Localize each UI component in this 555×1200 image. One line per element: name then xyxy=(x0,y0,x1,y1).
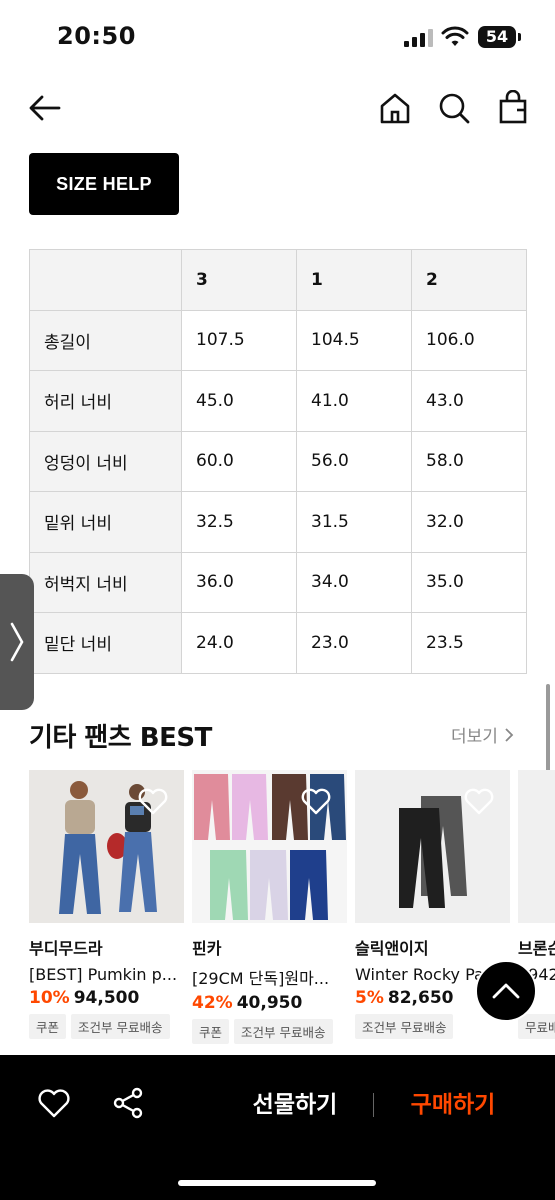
wishlist-heart-icon[interactable] xyxy=(462,784,496,818)
measurement-value: 24.0 xyxy=(181,612,297,674)
size-table-row: 허벅지 너비 36.0 34.0 35.0 xyxy=(29,551,527,613)
product-price: 40,950 xyxy=(236,993,303,1013)
measurement-value: 56.0 xyxy=(296,430,412,492)
product-name: [BEST] Pumkin p... xyxy=(29,965,178,984)
measurement-label: 허벅지 너비 xyxy=(29,551,182,613)
tag-list: 조건부 무료배송 xyxy=(355,1014,510,1039)
measurement-label: 허리 너비 xyxy=(29,370,182,432)
size-table-header-row: 3 1 2 xyxy=(29,249,527,311)
share-icon[interactable] xyxy=(110,1085,146,1121)
tag: 쿠폰 xyxy=(192,1019,230,1044)
home-indicator xyxy=(178,1180,376,1186)
product-card[interactable]: 핀카 [29CM 단독]원마... 42% 40,950 쿠폰 조건부 무료배송 xyxy=(192,770,347,1044)
size-table-row: 총길이 107.5 104.5 106.0 xyxy=(29,309,527,371)
side-panel-toggle[interactable] xyxy=(0,574,34,710)
product-brand: 핀카 xyxy=(192,939,222,958)
wishlist-heart-icon[interactable] xyxy=(136,784,170,818)
measurement-value: 23.0 xyxy=(296,612,412,674)
measurement-value: 34.0 xyxy=(296,551,412,613)
discount-rate: 10% xyxy=(29,988,70,1008)
bottom-action-bar: 선물하기 구매하기 xyxy=(0,1055,555,1200)
measurement-value: 32.5 xyxy=(181,491,297,553)
size-table-header-cell xyxy=(29,249,182,311)
product-image[interactable] xyxy=(518,770,555,923)
size-table-header-cell: 1 xyxy=(296,249,412,311)
product-image[interactable] xyxy=(355,770,510,923)
price-row: 10% 94,500 xyxy=(29,988,184,1008)
price-row: 42% 40,950 xyxy=(192,993,347,1013)
top-navigation xyxy=(0,85,555,135)
product-name: [29CM 단독]원마... xyxy=(192,969,330,988)
measurement-value: 45.0 xyxy=(181,370,297,432)
product-price: 82,650 xyxy=(387,988,454,1008)
measurement-value: 106.0 xyxy=(411,309,527,371)
battery-indicator: 54 xyxy=(478,26,521,48)
measurement-label: 밑단 너비 xyxy=(29,612,182,674)
measurement-value: 31.5 xyxy=(296,491,412,553)
product-price: 94,500 xyxy=(73,988,140,1008)
measurement-value: 43.0 xyxy=(411,370,527,432)
wishlist-heart-icon[interactable] xyxy=(299,784,333,818)
measurement-label: 엉덩이 너비 xyxy=(29,430,182,492)
section-title: 기타 팬츠 BEST xyxy=(29,723,212,753)
size-table-row: 엉덩이 너비 60.0 56.0 58.0 xyxy=(29,430,527,492)
product-brand: 슬릭앤이지 xyxy=(355,939,429,958)
measurement-value: 36.0 xyxy=(181,551,297,613)
measurement-label: 밑위 너비 xyxy=(29,491,182,553)
measurement-label: 총길이 xyxy=(29,309,182,371)
chevron-right-icon xyxy=(505,727,514,742)
gift-button[interactable]: 선물하기 xyxy=(235,1085,355,1125)
tag: 쿠폰 xyxy=(29,1014,67,1039)
tag-list: 무료배 xyxy=(518,1014,555,1039)
measurement-value: 107.5 xyxy=(181,309,297,371)
measurement-value: 58.0 xyxy=(411,430,527,492)
product-image[interactable] xyxy=(29,770,184,923)
discount-rate: 5% xyxy=(355,988,384,1008)
tag: 조건부 무료배송 xyxy=(234,1019,333,1044)
product-card[interactable]: 부디무드라 [BEST] Pumkin p... 10% 94,500 쿠폰 조건… xyxy=(29,770,184,1039)
measurement-value: 23.5 xyxy=(411,612,527,674)
size-table-row: 밑위 너비 32.5 31.5 32.0 xyxy=(29,491,527,553)
back-arrow-icon[interactable] xyxy=(27,90,63,126)
status-bar: 20:50 54 xyxy=(0,0,555,75)
chevron-up-icon xyxy=(492,983,520,999)
discount-rate: 42% xyxy=(192,993,233,1013)
more-link[interactable]: 더보기 xyxy=(451,722,514,747)
size-table-row: 허리 너비 45.0 41.0 43.0 xyxy=(29,370,527,432)
product-brand: 부디무드라 xyxy=(29,939,103,958)
tag: 무료배 xyxy=(518,1014,555,1039)
product-brand: 브론슨 xyxy=(518,939,555,958)
scroll-to-top-button[interactable] xyxy=(475,960,537,1022)
measurement-value: 32.0 xyxy=(411,491,527,553)
tag: 조건부 무료배송 xyxy=(355,1014,454,1039)
like-heart-icon[interactable] xyxy=(36,1085,72,1121)
size-chart-table: 3 1 2 총길이 107.5 104.5 106.0 허리 너비 45.0 4… xyxy=(29,249,527,674)
measurement-value: 35.0 xyxy=(411,551,527,613)
measurement-value: 60.0 xyxy=(181,430,297,492)
tag: 조건부 무료배송 xyxy=(71,1014,170,1039)
chevron-right-icon xyxy=(10,622,24,662)
tag-list: 쿠폰 조건부 무료배송 xyxy=(29,1014,184,1039)
buy-button[interactable]: 구매하기 xyxy=(393,1085,513,1125)
product-image[interactable] xyxy=(192,770,347,923)
measurement-value: 41.0 xyxy=(296,370,412,432)
size-table-header-cell: 3 xyxy=(181,249,297,311)
shopping-bag-icon[interactable] xyxy=(495,90,531,126)
search-icon[interactable] xyxy=(436,90,472,126)
divider xyxy=(373,1093,374,1117)
home-icon[interactable] xyxy=(377,90,413,126)
wifi-icon xyxy=(441,26,469,46)
status-time: 20:50 xyxy=(57,22,136,50)
cellular-signal-icon xyxy=(404,29,433,47)
size-table-header-cell: 2 xyxy=(411,249,527,311)
more-label: 더보기 xyxy=(451,727,498,747)
size-table-row: 밑단 너비 24.0 23.0 23.5 xyxy=(29,612,527,674)
tag-list: 쿠폰 조건부 무료배송 xyxy=(192,1019,347,1044)
measurement-value: 104.5 xyxy=(296,309,412,371)
size-help-button[interactable]: SIZE HELP xyxy=(29,153,179,215)
